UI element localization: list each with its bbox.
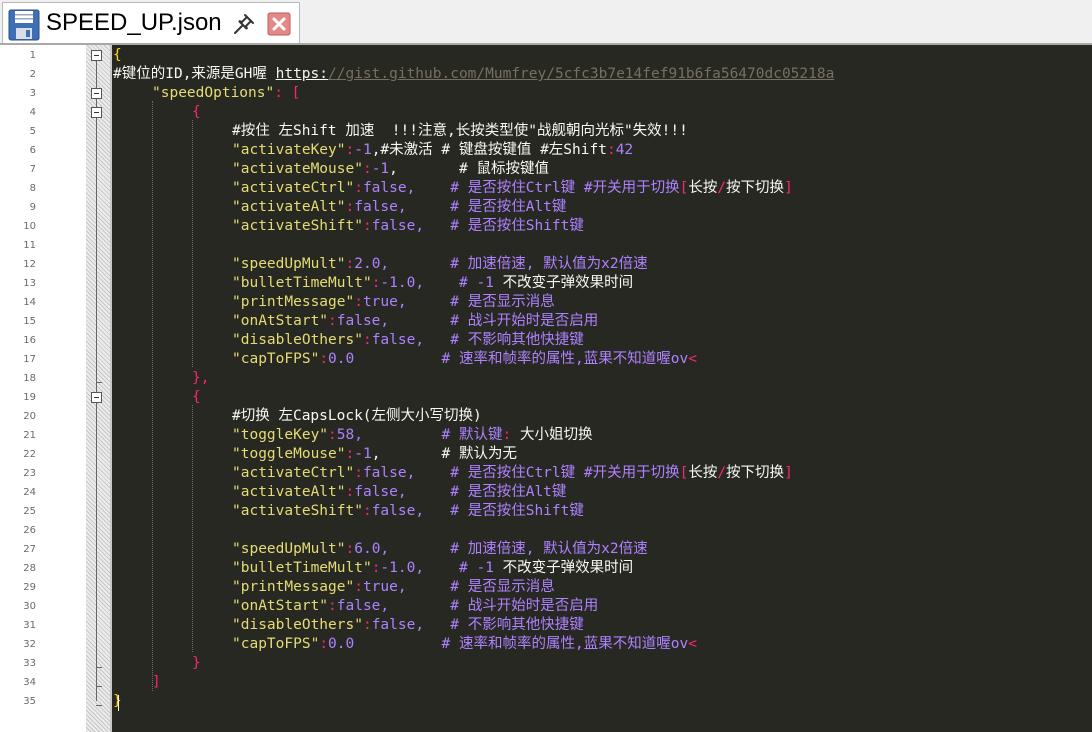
line-number: 23 bbox=[23, 468, 36, 479]
line-number: 5 bbox=[29, 126, 36, 137]
code-line-3: "speedOptions": [ bbox=[152, 85, 301, 101]
code-line-5: #按住 左Shift 加速 !!!注意,长按类型使"战舰朝向光标"失效!!! bbox=[232, 123, 688, 139]
line-number: 6 bbox=[29, 145, 36, 156]
line-number: 18 bbox=[23, 373, 36, 384]
fold-end bbox=[96, 705, 102, 706]
code-line-4: { bbox=[192, 104, 201, 120]
line-number: 20 bbox=[23, 411, 36, 422]
line-number: 24 bbox=[23, 487, 36, 498]
code-line-8: "activateCtrl":false, # 是否按住Ctrl键 #开关用于切… bbox=[232, 180, 793, 196]
line-number: 27 bbox=[23, 544, 36, 555]
code-line-2: #键位的ID,来源是GH喔 https://gist.github.com/Mu… bbox=[113, 66, 835, 82]
tab-title: SPEED_UP.json bbox=[46, 9, 222, 36]
line-number: 29 bbox=[23, 582, 36, 593]
line-number: 7 bbox=[29, 164, 36, 175]
code-line-15: "onAtStart":false, # 战斗开始时是否启用 bbox=[232, 313, 599, 329]
line-number: 16 bbox=[23, 335, 36, 346]
fold-margin[interactable] bbox=[86, 45, 110, 732]
code-editor[interactable]: 1 2 3 4 5 6 7 8 9 10 11 12 13 14 15 16 1… bbox=[0, 45, 1092, 732]
code-line-12: "speedUpMult":2.0, # 加速倍速, 默认值为x2倍速 bbox=[232, 256, 648, 272]
indent-guide bbox=[192, 120, 193, 367]
tab-bar: SPEED_UP.json bbox=[0, 0, 1092, 44]
code-line-29: "printMessage":true, # 是否显示消息 bbox=[232, 579, 555, 595]
code-line-25: "activateShift":false, # 是否按住Shift键 bbox=[232, 503, 584, 519]
line-number: 19 bbox=[23, 392, 36, 403]
fold-box-icon[interactable] bbox=[91, 50, 102, 61]
indent-guide bbox=[152, 101, 153, 691]
line-number: 31 bbox=[23, 620, 36, 631]
line-number: 28 bbox=[23, 563, 36, 574]
line-number: 11 bbox=[23, 240, 36, 251]
code-line-32: "capToFPS":0.0 # 速率和帧率的属性,蓝果不知道喔ov< bbox=[232, 636, 697, 652]
code-line-20: #切换 左CapsLock(左侧大小写切换) bbox=[232, 408, 482, 424]
fold-end bbox=[96, 667, 102, 668]
code-line-18: }, bbox=[192, 370, 210, 386]
fold-end bbox=[96, 686, 102, 687]
code-line-23: "activateCtrl":false, # 是否按住Ctrl键 #开关用于切… bbox=[232, 465, 793, 481]
line-number: 4 bbox=[29, 107, 36, 118]
line-number: 32 bbox=[23, 639, 36, 650]
code-line-17: "capToFPS":0.0 # 速率和帧率的属性,蓝果不知道喔ov< bbox=[232, 351, 697, 367]
close-icon[interactable] bbox=[267, 12, 291, 40]
save-icon[interactable] bbox=[8, 9, 40, 45]
code-area[interactable]: { #键位的ID,来源是GH喔 https://gist.github.com/… bbox=[112, 45, 1092, 732]
line-number: 26 bbox=[23, 525, 36, 536]
fold-line bbox=[96, 61, 97, 701]
code-line-24: "activateAlt":false, # 是否按住Alt键 bbox=[232, 484, 567, 500]
line-number: 2 bbox=[29, 69, 36, 80]
line-number: 1 bbox=[29, 50, 36, 61]
line-number: 15 bbox=[23, 316, 36, 327]
line-number: 21 bbox=[23, 430, 36, 441]
text-cursor bbox=[118, 695, 119, 711]
line-number: 12 bbox=[23, 259, 36, 270]
tab-speed-up-json[interactable]: SPEED_UP.json bbox=[2, 2, 300, 44]
line-number: 9 bbox=[29, 202, 36, 213]
code-line-34: ] bbox=[152, 674, 161, 690]
code-line-14: "printMessage":true, # 是否显示消息 bbox=[232, 294, 555, 310]
line-number: 8 bbox=[29, 183, 36, 194]
code-line-6: "activateKey":-1,#未激活 # 键盘按键值 #左Shift:42 bbox=[232, 142, 634, 158]
fold-box-icon[interactable] bbox=[91, 107, 102, 118]
line-number: 14 bbox=[23, 297, 36, 308]
line-number: 25 bbox=[23, 506, 36, 517]
line-number: 35 bbox=[23, 696, 36, 707]
code-line-10: "activateShift":false, # 是否按住Shift键 bbox=[232, 218, 584, 234]
code-line-27: "speedUpMult":6.0, # 加速倍速, 默认值为x2倍速 bbox=[232, 541, 648, 557]
code-line-16: "disableOthers":false, # 不影响其他快捷键 bbox=[232, 332, 584, 348]
line-number: 34 bbox=[23, 677, 36, 688]
pin-icon[interactable] bbox=[232, 12, 256, 40]
code-line-30: "onAtStart":false, # 战斗开始时是否启用 bbox=[232, 598, 599, 614]
code-line-22: "toggleMouse":-1, # 默认为无 bbox=[232, 446, 518, 462]
code-line-31: "disableOthers":false, # 不影响其他快捷键 bbox=[232, 617, 584, 633]
code-line-21: "toggleKey":58, # 默认键: 大小姐切换 bbox=[232, 427, 593, 443]
code-line-9: "activateAlt":false, # 是否按住Alt键 bbox=[232, 199, 567, 215]
line-number: 22 bbox=[23, 449, 36, 460]
line-number: 17 bbox=[23, 354, 36, 365]
code-line-19: { bbox=[192, 389, 201, 405]
code-line-13: "bulletTimeMult":-1.0, # -1 不改变子弹效果时间 bbox=[232, 275, 634, 291]
line-number: 3 bbox=[29, 88, 36, 99]
code-line-33: } bbox=[192, 655, 201, 671]
line-number: 13 bbox=[23, 278, 36, 289]
code-line-7: "activateMouse":-1, # 鼠标按键值 bbox=[232, 161, 549, 177]
fold-box-icon[interactable] bbox=[91, 88, 102, 99]
fold-end bbox=[96, 382, 102, 383]
code-line-1: { bbox=[113, 47, 122, 63]
line-number: 30 bbox=[23, 601, 36, 612]
indent-guide bbox=[192, 405, 193, 652]
line-number: 33 bbox=[23, 658, 36, 669]
code-line-28: "bulletTimeMult":-1.0, # -1 不改变子弹效果时间 bbox=[232, 560, 634, 576]
fold-box-icon[interactable] bbox=[91, 392, 102, 403]
line-number: 10 bbox=[23, 221, 36, 232]
